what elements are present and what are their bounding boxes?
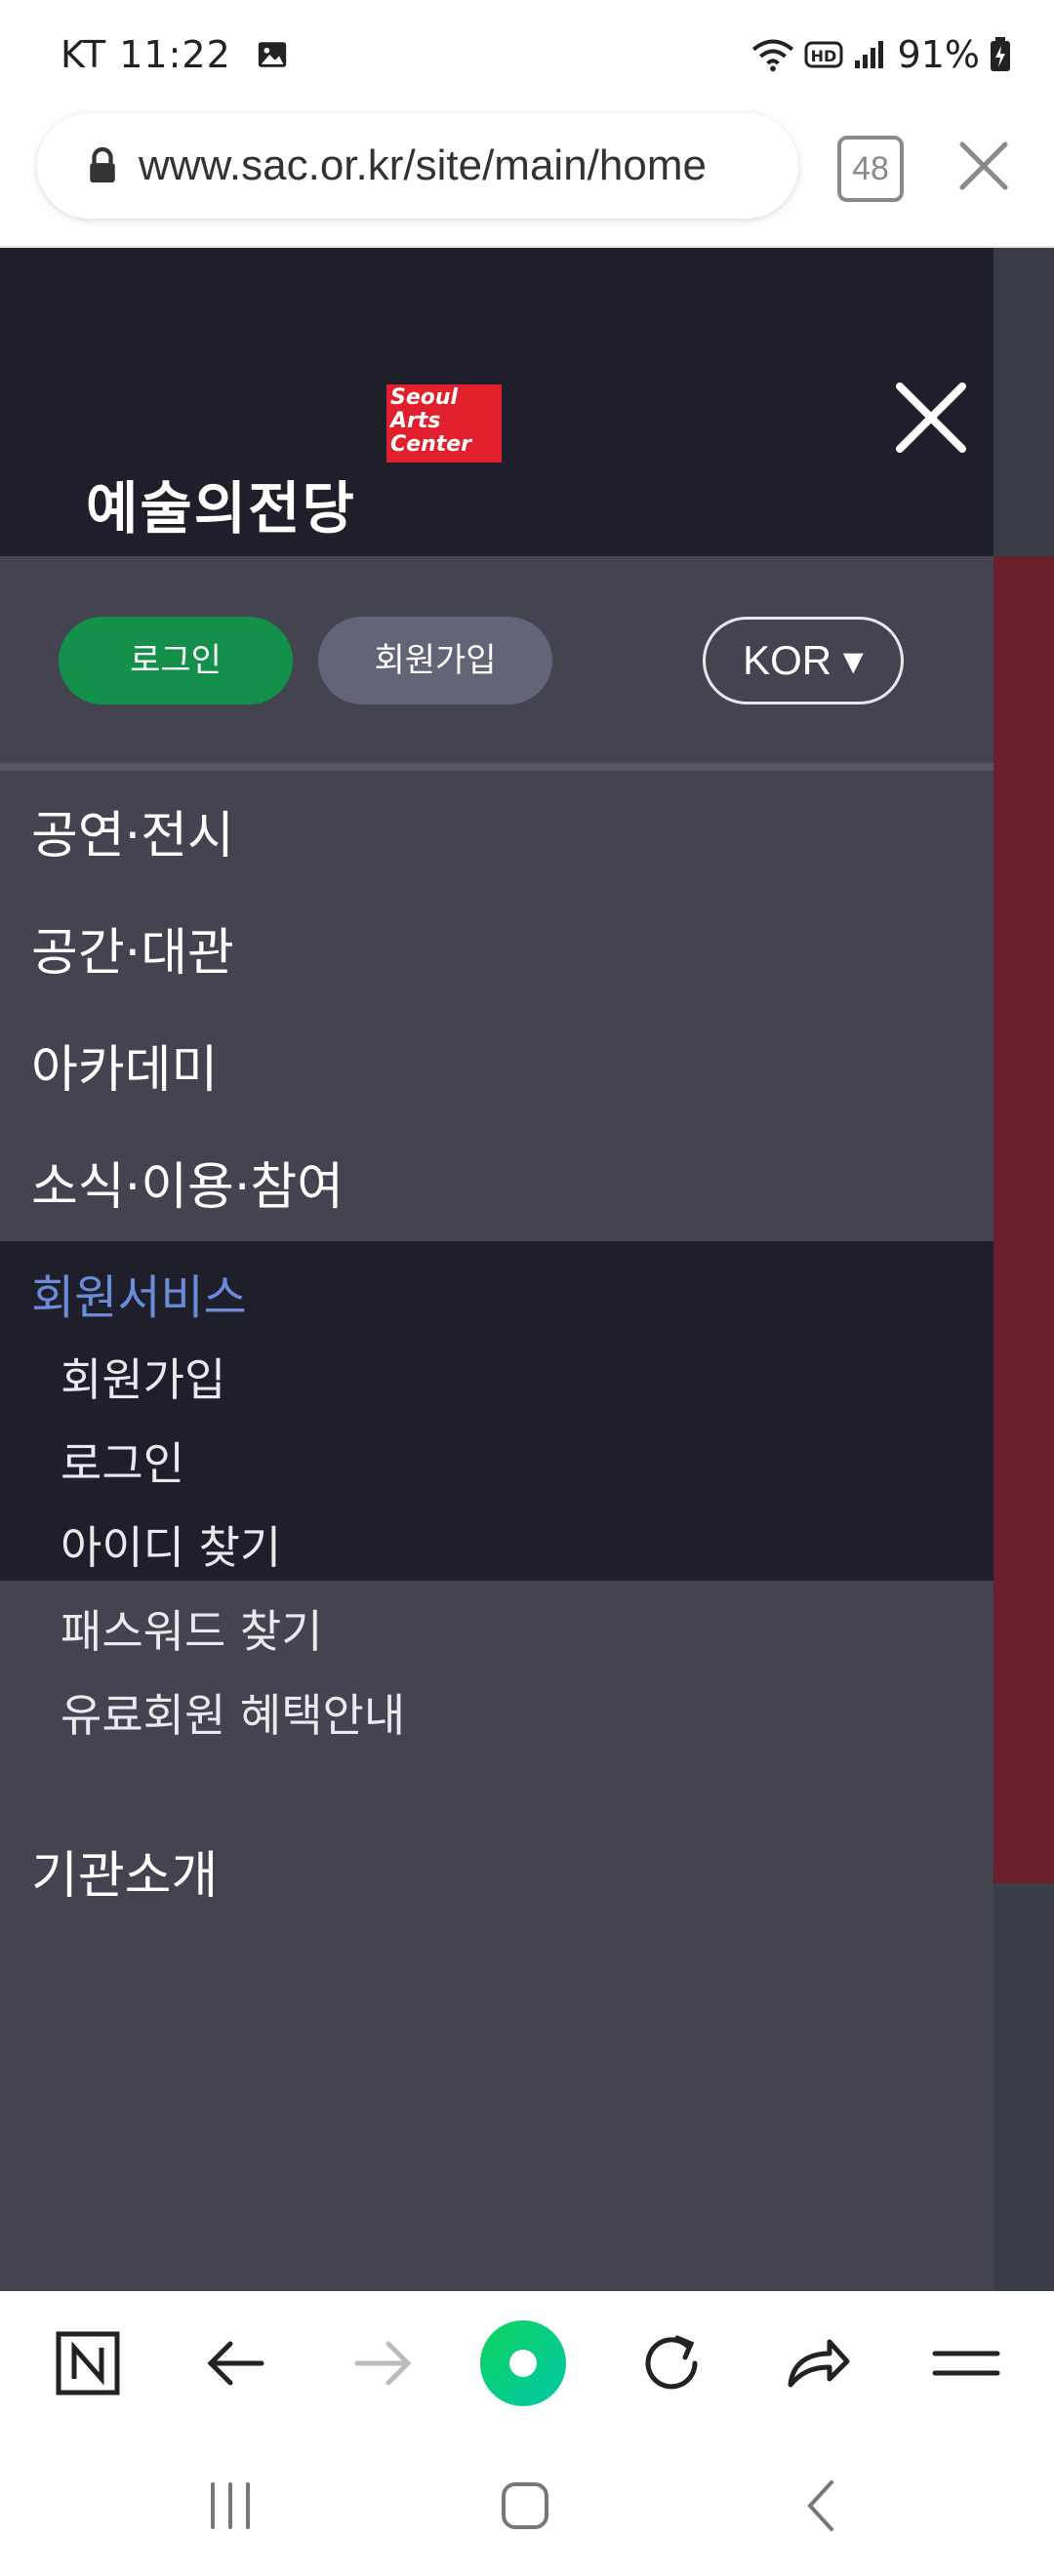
image-notification-icon	[258, 42, 287, 67]
refresh-icon[interactable]	[632, 2324, 710, 2402]
url-bar[interactable]: www.sac.or.kr/site/main/home	[37, 113, 798, 219]
svg-text:HD: HD	[810, 47, 836, 65]
tab-count-button[interactable]: 48	[837, 136, 904, 202]
submenu-login[interactable]: 로그인	[61, 1429, 184, 1493]
green-dot-icon[interactable]	[478, 2318, 568, 2408]
drawer-header: 예술의전당 Seoul Arts Center	[0, 248, 993, 556]
home-nav-icon[interactable]	[496, 2476, 554, 2535]
login-button[interactable]: 로그인	[59, 617, 293, 704]
system-nav-bar	[0, 2437, 1054, 2576]
lock-icon	[90, 146, 115, 182]
page-banner-strip	[993, 556, 1054, 1883]
battery-charging-icon	[991, 37, 1010, 71]
back-arrow-icon[interactable]	[197, 2324, 275, 2402]
back-nav-icon[interactable]	[792, 2476, 851, 2535]
browser-url-area: www.sac.or.kr/site/main/home 48	[0, 107, 1054, 248]
menu-item-news[interactable]: 소식·이용·참여	[31, 1146, 344, 1219]
auth-bar: 로그인 회원가입 KOR ▾	[0, 558, 993, 771]
carrier-time-text: KT 11:22	[61, 33, 231, 76]
submenu-join[interactable]: 회원가입	[61, 1345, 225, 1409]
forward-arrow-icon[interactable]	[344, 2324, 422, 2402]
close-drawer-icon[interactable]	[894, 381, 968, 455]
hd-voice-icon: HD	[804, 41, 843, 68]
logo-red-box: Seoul Arts Center	[386, 384, 502, 463]
language-select[interactable]: KOR ▾	[703, 617, 904, 704]
signal-icon	[854, 41, 883, 68]
status-bar: KT 11:22 HD 91%	[0, 0, 1054, 107]
submenu-find-password[interactable]: 패스워드 찾기	[61, 1596, 323, 1661]
close-tab-icon[interactable]	[956, 139, 1011, 193]
logo-english-text: Seoul Arts Center	[390, 385, 472, 457]
naver-home-icon[interactable]	[49, 2324, 127, 2402]
menu-item-space[interactable]: 공간·대관	[31, 911, 234, 985]
menu-icon[interactable]	[927, 2324, 1005, 2402]
submenu-find-id[interactable]: 아이디 찾기	[61, 1512, 281, 1577]
menu-item-academy[interactable]: 아카데미	[31, 1028, 218, 1102]
battery-percent: 91%	[897, 33, 980, 76]
wifi-icon	[751, 39, 793, 72]
share-icon[interactable]	[779, 2324, 857, 2402]
browser-toolbar	[0, 2291, 1054, 2437]
nav-drawer: 예술의전당 Seoul Arts Center 로그인 회원가입 KOR ▾ 공…	[0, 248, 993, 2291]
recent-apps-icon[interactable]	[201, 2476, 260, 2535]
status-indicators: HD 91%	[751, 33, 1011, 76]
join-button[interactable]: 회원가입	[318, 617, 552, 704]
sac-logo[interactable]: 예술의전당 Seoul Arts Center	[86, 384, 506, 542]
logo-korean-text: 예술의전당	[86, 475, 356, 542]
menu-item-performance[interactable]: 공연·전시	[31, 794, 234, 867]
menu-item-about[interactable]: 기관소개	[31, 1834, 218, 1908]
url-text: www.sac.or.kr/site/main/home	[139, 141, 707, 189]
submenu-paid-member-benefits[interactable]: 유료회원 혜택안내	[61, 1680, 405, 1745]
member-service-title[interactable]: 회원서비스	[31, 1259, 247, 1327]
status-carrier-time: KT 11:22	[61, 33, 289, 76]
